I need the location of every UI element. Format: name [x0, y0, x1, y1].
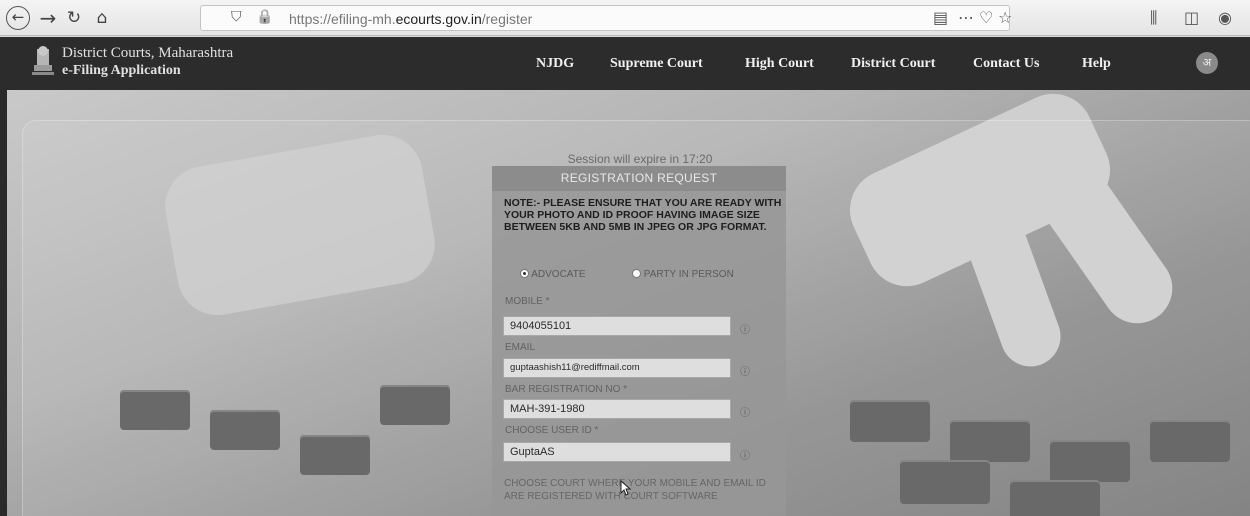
- lock-icon: 🔒: [256, 9, 274, 25]
- reader-view-icon[interactable]: ▤: [933, 8, 948, 27]
- help-circle-icon[interactable]: ⓘ: [740, 404, 750, 419]
- bar-registration-label: BAR REGISTRATION NO *: [505, 384, 628, 395]
- browser-toolbar: ← → ↻ ⌂ ⛉ 🔒 https://efiling-mh.ecourts.g…: [0, 0, 1250, 36]
- site-subtitle: e-Filing Application: [62, 63, 181, 78]
- registration-title: REGISTRATION REQUEST: [492, 166, 786, 191]
- forward-arrow-icon[interactable]: →: [36, 6, 60, 30]
- radio-party-label: PARTY IN PERSON: [643, 269, 734, 280]
- mobile-field[interactable]: 9404055101: [503, 316, 731, 336]
- choose-court-text: CHOOSE COURT WHERE YOUR MOBILE AND EMAIL…: [504, 478, 766, 502]
- radio-party-in-person[interactable]: PARTY IN PERSON: [632, 269, 734, 280]
- radio-dot[interactable]: [632, 269, 641, 278]
- emblem-icon: [32, 46, 54, 75]
- radio-advocate-label: ADVOCATE: [531, 269, 586, 280]
- user-id-label: CHOOSE USER ID *: [505, 425, 599, 436]
- note-text: NOTE:- PLEASE ENSURE THAT YOU ARE READY …: [504, 197, 782, 233]
- registration-panel: REGISTRATION REQUEST NOTE:- PLEASE ENSUR…: [492, 166, 786, 516]
- url-text: https://efiling-mh.ecourts.gov.in/regist…: [289, 11, 533, 27]
- nav-njdg[interactable]: NJDG: [536, 56, 574, 72]
- nav-supreme-court[interactable]: Supreme Court: [610, 56, 703, 72]
- email-field[interactable]: guptaashish11@rediffmail.com: [503, 358, 731, 378]
- pocket-icon[interactable]: ♡: [979, 8, 993, 27]
- site-title[interactable]: District Courts, Maharashtra e-Filing Ap…: [62, 45, 233, 79]
- nav-contact-us[interactable]: Contact Us: [973, 56, 1040, 72]
- home-icon[interactable]: ⌂: [90, 6, 114, 30]
- help-circle-icon[interactable]: ⓘ: [740, 321, 750, 336]
- site-title-text: District Courts, Maharashtra: [62, 45, 234, 61]
- help-circle-icon[interactable]: ⓘ: [740, 447, 750, 462]
- user-id-field[interactable]: GuptaAS: [503, 442, 731, 462]
- session-timer: Session will expire in 17:20: [567, 152, 713, 166]
- email-label: EMAIL: [505, 342, 536, 353]
- sidebar-icon[interactable]: ◫: [1184, 8, 1199, 27]
- radio-advocate[interactable]: ADVOCATE: [520, 269, 586, 280]
- bar-registration-field[interactable]: MAH-391-1980: [503, 399, 731, 419]
- nav-high-court[interactable]: High Court: [745, 56, 814, 72]
- mouse-cursor-icon: [620, 480, 632, 496]
- reload-icon[interactable]: ↻: [62, 6, 86, 30]
- left-edge: [0, 90, 7, 516]
- library-icon[interactable]: ⫼: [1150, 8, 1157, 28]
- url-bar[interactable]: ⛉ 🔒 https://efiling-mh.ecourts.gov.in/re…: [200, 5, 1012, 31]
- language-icon[interactable]: अ: [1196, 52, 1218, 74]
- back-arrow-icon[interactable]: ←: [6, 6, 30, 30]
- page-actions-icon[interactable]: ⋯: [958, 8, 974, 27]
- site-header: District Courts, Maharashtra e-Filing Ap…: [0, 37, 1250, 90]
- mobile-label: MOBILE *: [505, 296, 550, 307]
- help-circle-icon[interactable]: ⓘ: [740, 363, 750, 378]
- shield-icon: ⛉: [231, 9, 242, 25]
- nav-help[interactable]: Help: [1082, 56, 1111, 72]
- account-icon[interactable]: ◉: [1218, 8, 1232, 27]
- nav-district-court[interactable]: District Court: [851, 56, 935, 72]
- radio-dot[interactable]: [520, 269, 529, 278]
- bookmark-star-icon[interactable]: ☆: [998, 8, 1012, 27]
